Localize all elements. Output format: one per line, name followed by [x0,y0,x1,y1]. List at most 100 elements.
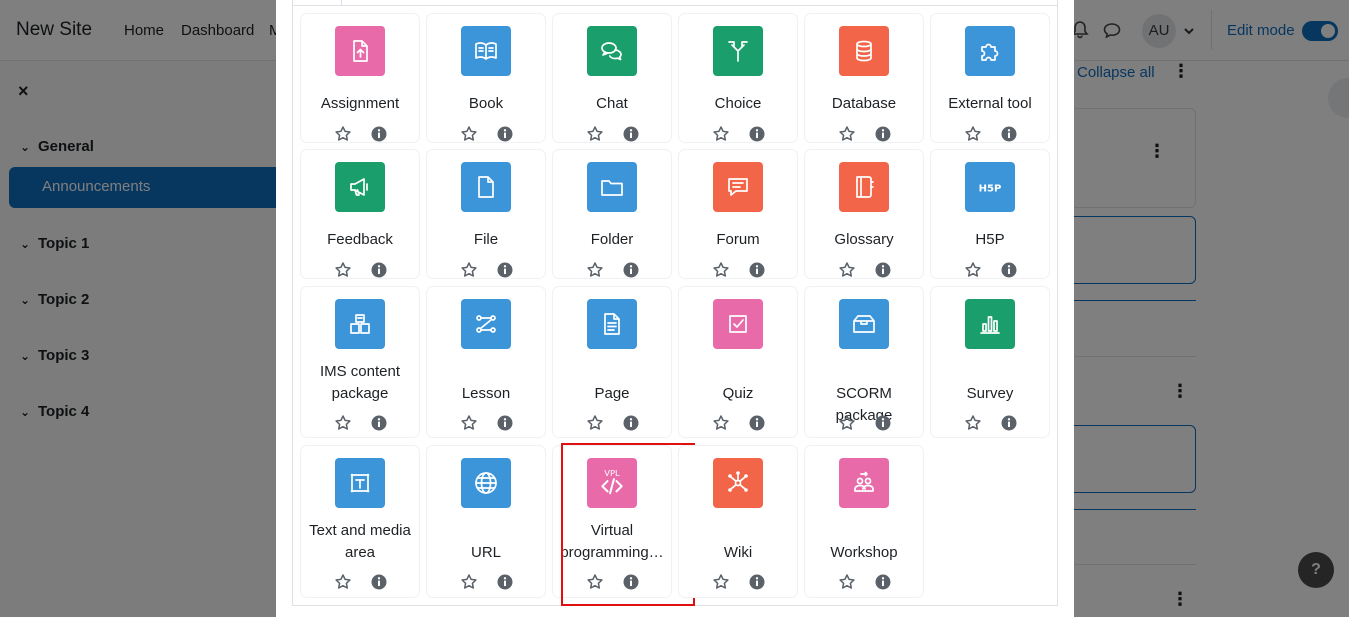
star-favourite-icon[interactable] [586,125,604,143]
star-favourite-icon[interactable] [460,261,478,279]
star-favourite-icon[interactable] [838,414,856,432]
activity-label: Folder [590,231,634,248]
info-icon[interactable] [874,414,892,432]
activity-tile-url[interactable]: URL [427,446,545,597]
activity-tile-chat[interactable]: Chat [553,14,671,142]
info-icon[interactable] [874,125,892,143]
activity-tile-glossary[interactable]: Glossary [805,150,923,278]
selection-highlight-box [561,443,695,606]
star-favourite-icon[interactable] [334,125,352,143]
info-icon[interactable] [1000,125,1018,143]
star-favourite-icon[interactable] [334,573,352,591]
activity-label: Choice [714,95,762,112]
book-icon [461,26,511,76]
activity-label: Database [831,95,897,112]
star-favourite-icon[interactable] [712,125,730,143]
activity-tile-page[interactable]: Page [553,287,671,437]
wiki-icon [713,458,763,508]
h5p-icon: H5P [965,162,1015,212]
workshop-icon [839,458,889,508]
activity-label: Assignment [320,95,400,112]
info-icon[interactable] [622,261,640,279]
activity-tile-lesson[interactable]: Lesson [427,287,545,437]
activity-label: Chat [596,95,628,112]
activity-tile-ims-content-package[interactable]: IMS content package [301,287,419,437]
star-favourite-icon[interactable] [586,261,604,279]
activity-label: Forum [716,231,760,248]
activity-tile-wiki[interactable]: Wiki [679,446,797,597]
info-icon[interactable] [622,414,640,432]
star-favourite-icon[interactable] [334,414,352,432]
star-favourite-icon[interactable] [334,261,352,279]
activity-tile-text-and-media-area[interactable]: Text and media area [301,446,419,597]
activity-label: Lesson [461,385,511,402]
star-favourite-icon[interactable] [712,261,730,279]
activity-tile-book[interactable]: Book [427,14,545,142]
info-icon[interactable] [496,125,514,143]
activity-tile-forum[interactable]: Forum [679,150,797,278]
activity-label: H5P [975,231,1005,248]
activity-tile-choice[interactable]: Choice [679,14,797,142]
scorm-icon [839,299,889,349]
svg-text:H5P: H5P [979,184,1002,195]
info-icon[interactable] [874,261,892,279]
star-favourite-icon[interactable] [838,573,856,591]
info-icon[interactable] [874,573,892,591]
star-favourite-icon[interactable] [838,125,856,143]
info-icon[interactable] [496,261,514,279]
star-favourite-icon[interactable] [460,125,478,143]
activity-label: Glossary [834,231,894,248]
activity-tile-file[interactable]: File [427,150,545,278]
activity-tile-feedback[interactable]: Feedback [301,150,419,278]
star-favourite-icon[interactable] [964,414,982,432]
activity-tile-survey[interactable]: Survey [931,287,1049,437]
activity-label: SCORM package [835,385,893,424]
star-favourite-icon[interactable] [460,573,478,591]
star-favourite-icon[interactable] [460,414,478,432]
info-icon[interactable] [370,573,388,591]
info-icon[interactable] [1000,261,1018,279]
activity-label: External tool [948,95,1032,112]
activity-label: Survey [966,385,1014,402]
info-icon[interactable] [1000,414,1018,432]
star-favourite-icon[interactable] [838,261,856,279]
activity-label: Feedback [327,231,393,248]
lesson-icon [461,299,511,349]
activity-chooser-modal: Assignment Book Chat Choice Database External… [276,0,1074,617]
activity-label: Workshop [830,544,898,561]
info-icon[interactable] [496,414,514,432]
star-favourite-icon[interactable] [964,125,982,143]
activity-label: Wiki [723,544,753,561]
activity-tile-h5p[interactable]: H5P H5P [931,150,1049,278]
activity-label: Text and media area [309,522,411,561]
activity-tile-external-tool[interactable]: External tool [931,14,1049,142]
assignment-icon [335,26,385,76]
activity-label: Book [468,95,504,112]
activity-label: Quiz [722,385,754,402]
info-icon[interactable] [370,261,388,279]
star-favourite-icon[interactable] [712,573,730,591]
info-icon[interactable] [622,125,640,143]
info-icon[interactable] [370,125,388,143]
info-icon[interactable] [748,414,766,432]
info-icon[interactable] [748,261,766,279]
activity-tile-quiz[interactable]: Quiz [679,287,797,437]
info-icon[interactable] [748,573,766,591]
activity-tile-database[interactable]: Database [805,14,923,142]
info-icon[interactable] [370,414,388,432]
activity-label: URL [470,544,501,561]
tab-divider [293,5,1057,6]
globe-icon [461,458,511,508]
activity-tile-assignment[interactable]: Assignment [301,14,419,142]
activity-tile-scorm-package[interactable]: SCORM package [805,287,923,437]
info-icon[interactable] [748,125,766,143]
megaphone-icon [335,162,385,212]
star-favourite-icon[interactable] [964,261,982,279]
star-favourite-icon[interactable] [712,414,730,432]
star-favourite-icon[interactable] [586,414,604,432]
activity-tile-folder[interactable]: Folder [553,150,671,278]
file-icon [461,162,511,212]
puzzle-icon [965,26,1015,76]
activity-tile-workshop[interactable]: Workshop [805,446,923,597]
info-icon[interactable] [496,573,514,591]
